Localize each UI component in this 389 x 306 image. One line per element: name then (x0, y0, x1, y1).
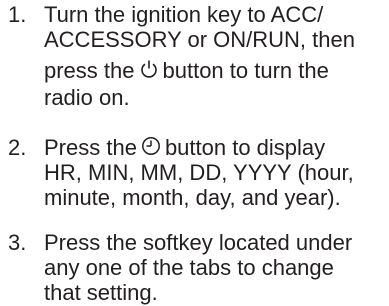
step-2-line-1-after: button to display (164, 135, 326, 160)
instruction-steps: 1. Turn the ignition key to ACC/ ACCESSO… (0, 0, 389, 306)
step-3-line-3: that setting. (44, 280, 158, 305)
step-2-text: Press the button to display HR, MIN, MM, … (44, 135, 389, 210)
step-1-line-3-after: button to turn the (162, 58, 329, 83)
step-1-line-2: ACCESSORY or ON/RUN, then (44, 27, 355, 52)
step-1-text: Turn the ignition key to ACC/ ACCESSORY … (44, 2, 389, 110)
step-number: 2. (8, 135, 27, 160)
step-3-text: Press the softkey located under any one … (44, 230, 389, 305)
step-2-line-3: minute, month, day, and year). (44, 185, 341, 210)
step-2-line-2: HR, MIN, MM, DD, YYYY (hour, (44, 160, 354, 185)
step-1-line-3-before: press the (44, 58, 135, 83)
step-3-line-2: any one of the tabs to change (44, 255, 334, 280)
step-number: 1. (8, 2, 27, 27)
step-1-line-3: press the button to turn the (44, 58, 389, 83)
power-icon (139, 59, 159, 79)
step-2-line-1-before: Press the (44, 135, 137, 160)
clock-icon (141, 136, 161, 156)
step-1-line-1: Turn the ignition key to ACC/ (44, 2, 324, 27)
step-2-line-1: Press the button to display (44, 135, 389, 160)
step-1-line-4: radio on. (44, 85, 130, 110)
step-number: 3. (8, 230, 27, 255)
step-3-line-1: Press the softkey located under (44, 230, 353, 255)
